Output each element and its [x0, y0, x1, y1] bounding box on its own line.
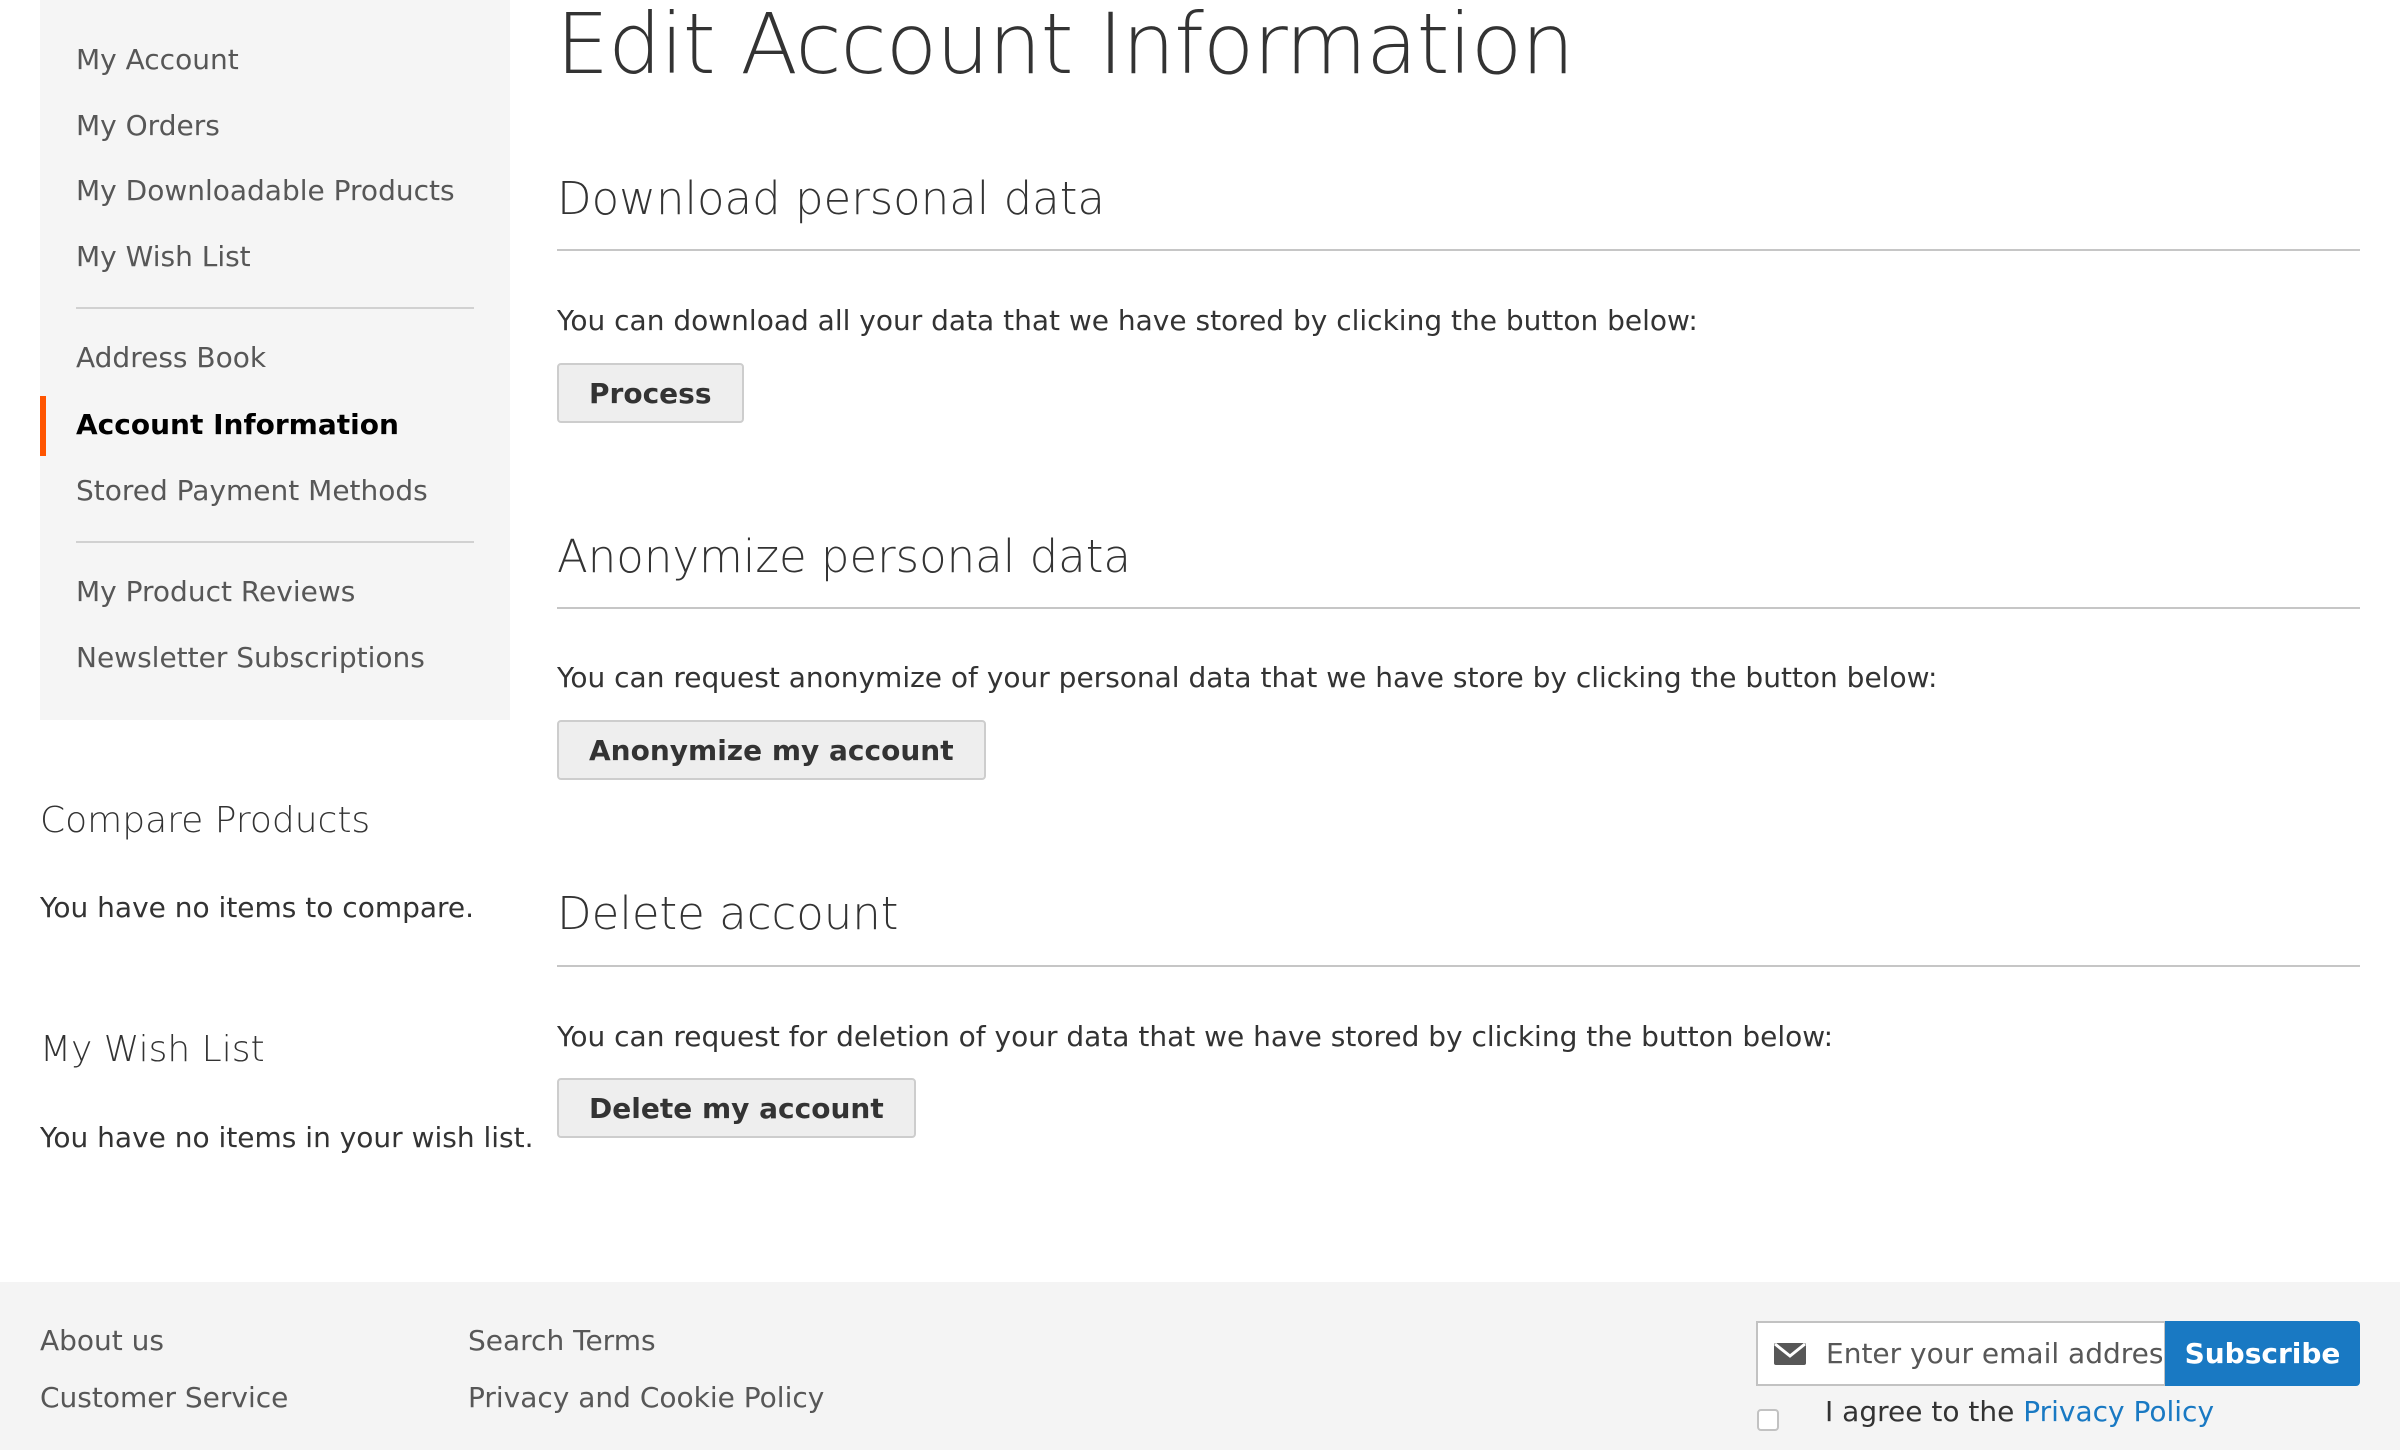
- section-divider: [557, 249, 2360, 251]
- compare-products-title: Compare Products: [40, 800, 371, 841]
- privacy-agree-label: I agree to the Privacy Policy: [1825, 1394, 2214, 1430]
- sidebar-item-wish-list[interactable]: My Wish List: [76, 239, 251, 275]
- account-sidebar: My Account My Orders My Downloadable Pro…: [40, 0, 510, 720]
- section-divider: [557, 965, 2360, 967]
- sidebar-item-downloadable-products[interactable]: My Downloadable Products: [76, 173, 455, 209]
- section-divider: [557, 607, 2360, 609]
- newsletter-email-field[interactable]: [1756, 1321, 2166, 1386]
- download-data-text: You can download all your data that we h…: [557, 304, 1698, 337]
- sidebar-item-newsletter-subscriptions[interactable]: Newsletter Subscriptions: [76, 640, 425, 676]
- privacy-agree-text: I agree to the: [1825, 1395, 2024, 1428]
- privacy-agree-checkbox[interactable]: [1757, 1409, 1779, 1431]
- newsletter-email-input[interactable]: [1826, 1323, 2162, 1384]
- delete-account-button[interactable]: Delete my account: [557, 1078, 916, 1138]
- footer-link-search-terms[interactable]: Search Terms: [468, 1323, 656, 1359]
- subscribe-button[interactable]: Subscribe: [2165, 1321, 2360, 1386]
- process-button[interactable]: Process: [557, 363, 744, 423]
- wishlist-block-title: My Wish List: [40, 1029, 265, 1070]
- anonymize-data-title: Anonymize personal data: [557, 530, 1131, 583]
- anonymize-data-text: You can request anonymize of your person…: [557, 661, 1938, 694]
- sidebar-item-my-account[interactable]: My Account: [76, 42, 239, 78]
- footer-link-privacy-cookie-policy[interactable]: Privacy and Cookie Policy: [468, 1380, 824, 1416]
- sidebar-divider: [76, 307, 474, 309]
- delete-account-text: You can request for deletion of your dat…: [557, 1020, 1834, 1053]
- page-title: Edit Account Information: [556, 0, 1574, 93]
- envelope-icon: [1774, 1343, 1806, 1365]
- compare-products-empty-text: You have no items to compare.: [40, 891, 475, 924]
- wishlist-empty-text: You have no items in your wish list.: [40, 1121, 534, 1154]
- sidebar-item-account-information[interactable]: Account Information: [76, 407, 399, 443]
- sidebar-item-stored-payment-methods[interactable]: Stored Payment Methods: [76, 473, 428, 509]
- delete-account-title: Delete account: [557, 887, 899, 940]
- sidebar-divider: [76, 541, 474, 543]
- footer-link-about-us[interactable]: About us: [40, 1323, 164, 1359]
- download-data-title: Download personal data: [557, 172, 1105, 225]
- footer: About us Customer Service Search Terms P…: [0, 1282, 2400, 1450]
- sidebar-item-my-orders[interactable]: My Orders: [76, 108, 220, 144]
- sidebar-item-address-book[interactable]: Address Book: [76, 340, 266, 376]
- anonymize-account-button[interactable]: Anonymize my account: [557, 720, 986, 780]
- active-item-indicator: [40, 396, 46, 456]
- privacy-policy-link[interactable]: Privacy Policy: [2023, 1395, 2214, 1428]
- sidebar-item-product-reviews[interactable]: My Product Reviews: [76, 574, 355, 610]
- footer-link-customer-service[interactable]: Customer Service: [40, 1380, 288, 1416]
